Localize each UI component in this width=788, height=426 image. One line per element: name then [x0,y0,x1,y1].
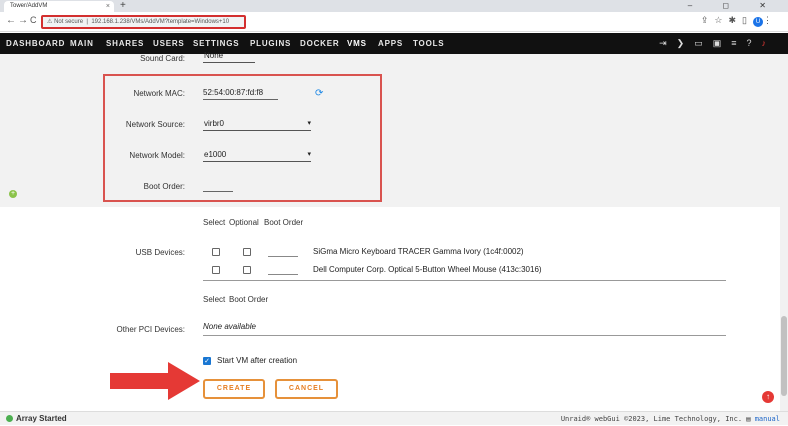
add-network-icon[interactable]: + [9,190,17,198]
scrollbar[interactable] [780,54,788,411]
url-text: 192.168.1.238/VMs/AddVM?template=Windows… [91,19,230,25]
usb-select-checkbox[interactable] [212,248,220,256]
network-source-select[interactable]: virbr0 ▾ [203,118,311,131]
forward-icon[interactable]: → [18,15,28,26]
scrollbar-thumb[interactable] [781,316,787,396]
usb-select-checkbox[interactable] [212,266,220,274]
usb-device-name: SiGma Micro Keyboard TRACER Gamma Ivory … [313,247,524,256]
usb-optional-checkbox[interactable] [243,266,251,274]
menu-dashboard[interactable]: DASHBOARD [6,33,65,54]
menu-users[interactable]: USERS [153,33,185,54]
menu-main[interactable]: MAIN [70,33,94,54]
usb-header-optional: Optional [229,218,259,227]
menu-vms[interactable]: VMS [347,33,367,56]
status-dot-icon [6,415,13,422]
network-model-label: Network Model: [129,151,185,160]
toolbar-icons: ⇪☆✱▯ U ⋮ [701,15,778,27]
main-menu: DASHBOARD MAIN SHARES USERS SETTINGS PLU… [0,33,788,56]
browser-tab-strip: Tower/AddVM × + – ◻ ✕ [0,0,788,12]
footer-text: Unraid® webGui ©2023, Lime Technology, I… [560,415,780,423]
pci-header-select: Select [203,295,226,304]
cancel-button[interactable]: CANCEL [275,379,338,399]
browser-tab[interactable]: Tower/AddVM × [4,1,114,12]
usb-boot-order-input[interactable] [268,247,298,257]
menu-shares[interactable]: SHARES [106,33,144,54]
monitor-icon[interactable]: ▣ [713,38,732,48]
tab-title: Tower/AddVM [10,3,48,9]
menu-tools[interactable]: TOOLS [413,33,444,54]
sound-card-select[interactable]: None [203,50,255,63]
warning-icon: ⚠ [47,19,53,25]
sound-card-label: Sound Card: [140,54,185,63]
reload-icon[interactable]: C [30,15,37,25]
manual-icon: ▤ [746,415,751,423]
array-status: Array Started [6,412,67,426]
menu-plugins[interactable]: PLUGINS [250,33,291,54]
window-controls[interactable]: – ◻ ✕ [688,0,780,12]
usb-header-select: Select [203,218,226,227]
bell-icon[interactable]: ♪ [762,38,777,48]
kebab-menu-icon[interactable]: ⋮ [763,15,778,25]
network-source-label: Network Source: [125,120,185,129]
feedback-icon[interactable]: ▭ [694,38,713,48]
refresh-mac-icon[interactable]: ⟳ [315,88,323,99]
browser-toolbar: ← → C ⚠ Not secure | 192.168.1.238/VMs/A… [0,12,788,32]
pci-devices-label: Other PCI Devices: [116,325,185,334]
create-button[interactable]: CREATE [203,379,265,399]
share-icon[interactable]: ⇪ [701,15,715,25]
chevron-down-icon: ▾ [307,151,311,158]
usb-device-name: Dell Computer Corp. Optical 5-Button Whe… [313,265,542,274]
usb-optional-checkbox[interactable] [243,248,251,256]
help-icon[interactable]: ? [746,38,761,48]
menu-icons: ⇥❯▭▣≡?♪ [659,33,776,54]
network-mac-label: Network MAC: [133,89,185,98]
boot-order-label: Boot Order: [143,182,185,191]
usb-header-boot-order: Boot Order [264,218,304,227]
manual-link[interactable]: manual [755,415,780,423]
status-bar: Array Started Unraid® webGui ©2023, Lime… [0,411,788,425]
pci-header-boot-order: Boot Order [229,295,269,304]
scroll-to-top-icon[interactable]: ↑ [762,391,774,403]
usb-devices-label: USB Devices: [135,248,185,257]
terminal-icon[interactable]: ❯ [677,38,695,48]
boot-order-input[interactable] [203,180,233,192]
divider [203,280,726,281]
start-vm-label: Start VM after creation [217,356,298,365]
back-icon[interactable]: ← [6,15,16,26]
divider [203,335,726,336]
address-bar[interactable]: ⚠ Not secure | 192.168.1.238/VMs/AddVM?t… [41,15,246,29]
logout-icon[interactable]: ⇥ [659,38,677,48]
new-tab-icon[interactable]: + [120,0,126,12]
security-label: Not secure [54,19,84,25]
profile-icon[interactable]: U [753,17,763,27]
start-vm-checkbox[interactable]: ✓ [203,357,211,365]
star-icon[interactable]: ☆ [714,15,728,25]
sidebar-icon[interactable]: ▯ [742,15,753,25]
menu-docker[interactable]: DOCKER [300,33,339,54]
extensions-icon[interactable]: ✱ [729,15,743,25]
usb-boot-order-input[interactable] [268,265,298,275]
close-tab-icon[interactable]: × [106,1,110,12]
log-icon[interactable]: ≡ [731,38,746,48]
pci-none-available: None available [203,322,256,331]
network-model-select[interactable]: e1000 ▾ [203,149,311,162]
annotation-arrow-icon [110,362,200,400]
network-mac-input[interactable]: 52:54:00:87:fd:f8 [203,87,278,100]
menu-apps[interactable]: APPS [378,33,403,54]
vm-form: Sound Card: None Network MAC: 52:54:00:8… [0,51,780,411]
chevron-down-icon: ▾ [307,120,311,127]
